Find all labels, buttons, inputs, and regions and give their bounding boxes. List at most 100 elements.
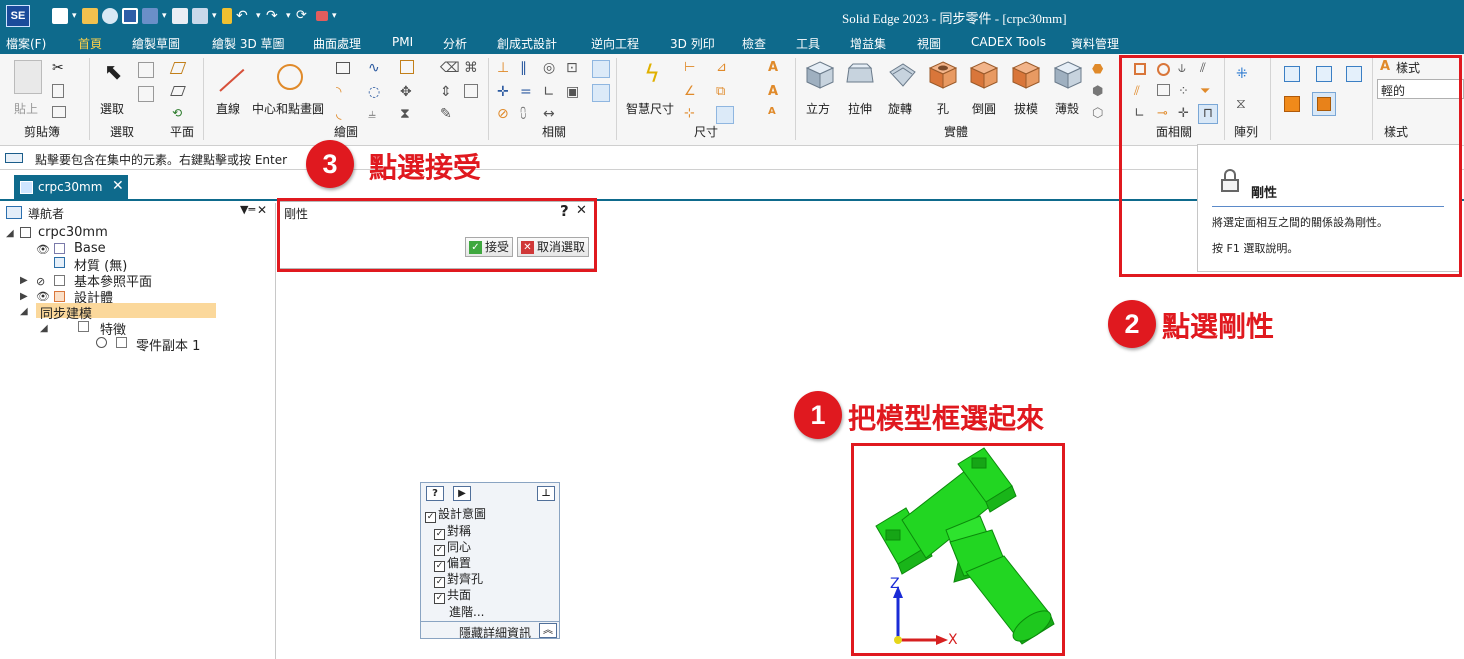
round-button[interactable]: 倒圓 [972, 100, 996, 117]
tab-3d-sketch[interactable]: 繪製 3D 草圖 [212, 35, 285, 52]
eraser-icon[interactable]: ⌫ [440, 60, 460, 76]
distance-between-icon[interactable]: ⊢ [684, 60, 700, 76]
tree-item-base[interactable]: Base [74, 241, 106, 256]
search-file-icon[interactable] [102, 8, 118, 24]
trim-tool-icon[interactable]: ⫨ [368, 106, 384, 122]
collinear-icon[interactable]: ∟ [543, 84, 559, 100]
relationship-handles-icon[interactable] [592, 84, 610, 102]
chevron-down-icon[interactable]: ▾ [162, 8, 168, 24]
document-tab[interactable]: crpc30mm ✕ [14, 175, 128, 201]
tab-pmi[interactable]: PMI [392, 35, 413, 49]
update-icon[interactable]: ⟳ [296, 8, 312, 24]
offset-tool-icon[interactable] [400, 60, 414, 74]
tab-sketch[interactable]: 繪製草圖 [132, 35, 180, 52]
tab-3d-print[interactable]: 3D 列印 [670, 35, 715, 52]
center-circle-button[interactable]: 中心和點畫圓 [252, 100, 324, 117]
chevron-down-icon[interactable]: ▾ [212, 8, 218, 24]
tab-home[interactable]: 首頁 [73, 35, 107, 57]
intent-header-row[interactable]: ✓ 設計意圖 [425, 505, 486, 523]
rigid-set-icon[interactable]: ▣ [566, 84, 582, 100]
collapse-icon[interactable]: ◢ [40, 323, 48, 334]
chevron-down-icon[interactable]: ▾ [286, 8, 292, 24]
copy-icon[interactable] [52, 84, 64, 98]
paste-button[interactable]: 貼上 [14, 100, 38, 117]
rectangle-tool-icon[interactable] [336, 62, 350, 74]
tab-cadex-tools[interactable]: CADEX Tools [971, 35, 1046, 49]
new-file-icon[interactable] [52, 8, 68, 24]
chevron-down-icon[interactable]: ▾ [332, 8, 338, 24]
line-tool-icon[interactable] [219, 68, 245, 92]
solid-more-icon[interactable]: ⬣ [1092, 62, 1108, 78]
properties-icon[interactable] [172, 8, 188, 24]
app-logo[interactable]: SE [6, 5, 30, 27]
perpendicular-icon[interactable]: ⊥ [497, 60, 513, 76]
redo-icon[interactable]: ↷ [266, 8, 282, 24]
solid-thread-icon[interactable]: ⬡ [1092, 106, 1108, 122]
fillet-tool-icon[interactable]: ◌ [368, 84, 384, 100]
format-painter-icon[interactable] [52, 106, 66, 118]
chevron-down-icon[interactable]: ▾ [256, 8, 262, 24]
expand-icon[interactable]: ▶ [20, 291, 28, 302]
chevron-down-icon[interactable]: ▾ [72, 8, 78, 24]
eye-icon[interactable]: 👁 [36, 290, 50, 303]
hole-icon[interactable] [928, 60, 958, 90]
tab-tools[interactable]: 工具 [796, 35, 820, 52]
maintain-relationships-icon[interactable] [592, 60, 610, 78]
circle-tool-icon[interactable] [277, 64, 303, 90]
draft-icon[interactable] [1011, 60, 1041, 90]
smart-dimension-button[interactable]: 智慧尺寸 [626, 100, 674, 117]
thin-wall-icon[interactable] [1053, 60, 1083, 90]
help-icon[interactable]: ? [426, 486, 444, 501]
tab-add-ins[interactable]: 增益集 [850, 35, 886, 52]
plane-options-icon[interactable] [170, 86, 186, 96]
print-icon[interactable] [192, 8, 208, 24]
tab-reverse-engineering[interactable]: 逆向工程 [591, 35, 639, 52]
angle-between-icon[interactable]: ∠ [684, 84, 700, 100]
eye-off-icon[interactable]: ⊘ [36, 275, 45, 288]
text-style-icon[interactable]: A [768, 60, 784, 76]
filter-icon[interactable] [138, 62, 154, 78]
revolve-button[interactable]: 旋轉 [888, 100, 912, 117]
customize-icon[interactable] [316, 11, 328, 21]
pin-icon[interactable]: ⊥ [537, 486, 555, 501]
concentric-icon[interactable]: ◎ [543, 60, 559, 76]
revolve-icon[interactable] [887, 60, 917, 90]
save-icon[interactable] [122, 8, 138, 24]
draft-button[interactable]: 拔模 [1014, 100, 1038, 117]
line-button[interactable]: 直線 [216, 100, 240, 117]
open-folder-icon[interactable] [82, 8, 98, 24]
text-color-icon[interactable]: A [768, 84, 784, 100]
eye-icon[interactable]: 👁 [36, 243, 50, 256]
tab-view[interactable]: 視圖 [917, 35, 941, 52]
advanced-link[interactable]: 進階... [449, 603, 484, 620]
select-tools-icon[interactable] [138, 86, 154, 102]
intent-option-coplanar[interactable]: ✓ 共面 [434, 586, 471, 604]
tab-data-management[interactable]: 資料管理 [1071, 35, 1119, 52]
symmetric-diameter-icon[interactable]: ⊿ [716, 60, 732, 76]
extrude-icon[interactable] [845, 60, 875, 90]
tab-generative-design[interactable]: 創成式設計 [497, 35, 557, 52]
select-arrow-icon[interactable]: ⬉ [104, 62, 124, 86]
tab-analysis[interactable]: 分析 [443, 35, 467, 52]
cube-icon[interactable] [805, 60, 835, 90]
round-icon[interactable] [969, 60, 999, 90]
pin-dropdown-icon[interactable]: ▼═ [240, 203, 255, 216]
cut-icon[interactable]: ✂ [52, 60, 68, 76]
tree-item-features[interactable]: 特徵 [100, 319, 126, 338]
arc-tool-icon[interactable]: ◝ [336, 84, 352, 100]
select-button[interactable]: 選取 [100, 100, 124, 117]
hide-details-row[interactable]: 隱藏詳細資訊 ︽ [421, 621, 559, 640]
equal-icon[interactable]: = [520, 84, 536, 100]
curve-tool-icon[interactable]: ∿ [368, 60, 384, 76]
include-icon[interactable] [464, 84, 478, 98]
tangent-icon[interactable]: ⊘ [497, 106, 513, 122]
pen-icon[interactable]: ✎ [440, 106, 456, 122]
tab-surfacing[interactable]: 曲面處理 [313, 35, 361, 52]
arc-2-tool-icon[interactable]: ◟ [336, 106, 352, 122]
extend-icon[interactable]: ⇕ [440, 84, 456, 100]
tree-root[interactable]: crpc30mm [38, 225, 108, 240]
paste-icon[interactable] [14, 60, 42, 94]
expand-icon[interactable]: ▶ [20, 275, 28, 286]
horizontal-vertical-icon[interactable]: ✛ [497, 84, 513, 100]
smart-dimension-icon[interactable]: ϟ [637, 60, 667, 88]
